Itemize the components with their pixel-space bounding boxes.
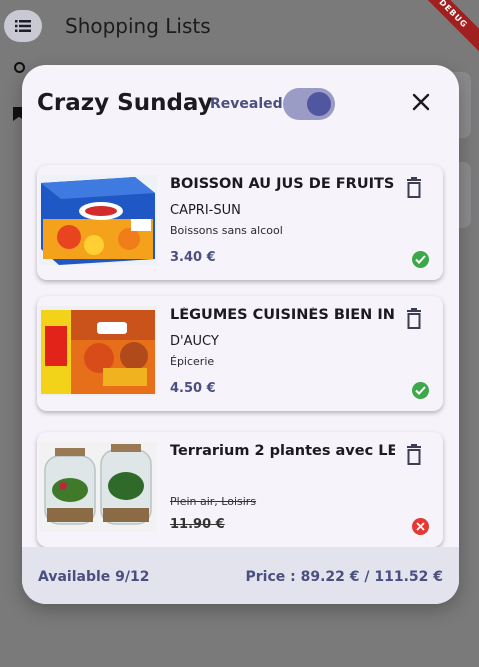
dialog-header: Crazy Sunday Revealed — [22, 65, 459, 149]
dialog-footer: Available 9/12 Price : 89.22 € / 111.52 … — [22, 547, 459, 604]
list-icon — [15, 20, 31, 32]
product-category: Épicerie — [170, 355, 215, 368]
product-brand: CAPRI-SUN — [170, 203, 241, 218]
delete-button[interactable] — [404, 177, 424, 199]
unavailable-status-icon — [412, 518, 429, 535]
product-name: BOISSON AU JUS DE FRUITS SAN — [170, 176, 395, 192]
product-card[interactable]: Terrarium 2 plantes avec LED Plein air, … — [37, 432, 443, 547]
available-status-icon — [412, 382, 429, 399]
close-button[interactable] — [406, 87, 436, 117]
product-image — [39, 175, 157, 265]
close-icon — [412, 93, 430, 111]
dialog-title: Crazy Sunday — [37, 90, 213, 116]
trash-icon — [407, 308, 421, 329]
product-name: Terrarium 2 plantes avec LED — [170, 443, 395, 459]
revealed-toggle[interactable] — [283, 88, 335, 120]
shopping-list-dialog: Crazy Sunday Revealed BOISSON AU JUS DE … — [22, 65, 459, 604]
product-image — [39, 442, 157, 532]
product-image — [39, 306, 157, 396]
check-icon — [415, 255, 426, 264]
product-category: Plein air, Loisirs — [170, 495, 257, 508]
available-status-icon — [412, 251, 429, 268]
product-price: 4.50 € — [170, 381, 216, 396]
trash-icon — [407, 444, 421, 465]
product-price: 11.90 € — [170, 517, 225, 532]
product-name: LÉGUMES CUISINÉS BIEN INSPI — [170, 307, 395, 323]
product-card[interactable]: BOISSON AU JUS DE FRUITS SAN CAPRI-SUN B… — [37, 165, 443, 280]
product-brand: D'AUCY — [170, 334, 219, 349]
delete-button[interactable] — [404, 308, 424, 330]
revealed-label: Revealed — [210, 96, 283, 112]
price-total: Price : 89.22 € / 111.52 € — [245, 569, 443, 585]
available-count: Available 9/12 — [38, 569, 150, 585]
check-icon — [415, 386, 426, 395]
trash-icon — [407, 177, 421, 198]
app-title: Shopping Lists — [65, 14, 211, 38]
menu-button[interactable] — [4, 10, 42, 42]
close-circle-icon — [416, 522, 425, 531]
product-list: BOISSON AU JUS DE FRUITS SAN CAPRI-SUN B… — [22, 149, 459, 547]
product-price: 3.40 € — [170, 250, 216, 265]
toggle-knob — [307, 92, 331, 116]
app-bar: Shopping Lists — [0, 0, 479, 56]
delete-button[interactable] — [404, 444, 424, 466]
product-category: Boissons sans alcool — [170, 224, 283, 237]
product-card[interactable]: LÉGUMES CUISINÉS BIEN INSPI D'AUCY Épice… — [37, 296, 443, 411]
